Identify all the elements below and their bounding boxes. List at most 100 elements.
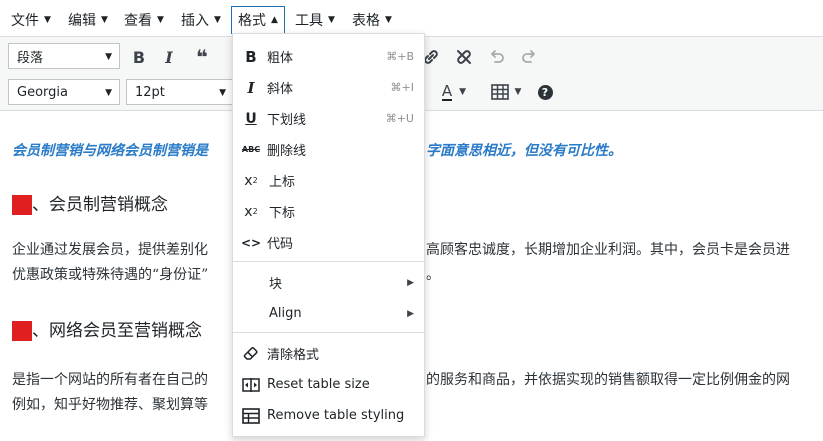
format-menu-align[interactable]: Align ▶	[233, 298, 424, 329]
format-menu-underline-shortcut: ⌘+U	[385, 112, 414, 125]
menu-separator	[233, 332, 424, 333]
undo-button[interactable]	[484, 44, 510, 70]
chevron-down-icon: ▼	[105, 52, 112, 62]
chevron-down-icon: ▼	[219, 88, 226, 98]
format-menu-clear-formatting-label: 清除格式	[267, 348, 320, 363]
paragraph-1-line-2-left: 优惠政策或特殊待遇的“身份证”	[12, 267, 209, 283]
heading-2-text: 、网络会员至营销概念	[32, 321, 202, 341]
paragraph-2-line-2-left: 例如，知乎好物推荐、聚划算等	[12, 397, 208, 413]
chevron-up-icon: ▲	[271, 15, 278, 25]
format-menu-superscript[interactable]: x2 上标	[233, 165, 424, 196]
format-menu-italic[interactable]: I 斜体 ⌘+I	[233, 72, 424, 103]
chevron-down-icon: ▼	[459, 87, 467, 97]
format-menu-underline[interactable]: U 下划线 ⌘+U	[233, 103, 424, 134]
eraser-icon	[242, 345, 260, 363]
menubar: 文件 ▼ 编辑 ▼ 查看 ▼ 插入 ▼ 格式 ▲ 工具 ▼ 表格 ▼	[0, 0, 823, 37]
help-icon: ?	[537, 84, 553, 100]
code-icon: <>	[240, 235, 262, 250]
chevron-down-icon: ▼	[101, 15, 108, 25]
redo-icon	[522, 50, 535, 63]
format-menu-italic-label: 斜体	[267, 82, 294, 97]
menu-view-label: 查看	[124, 13, 152, 29]
paragraph-2-line-1-right: 的服务和商品，并依据实现的销售额取得一定比例佣金的网	[426, 372, 790, 388]
format-menu-blocks-label: 块	[269, 277, 283, 292]
italic-button[interactable]: I	[156, 44, 182, 70]
format-menu-reset-table-size-label: Reset table size	[267, 377, 370, 392]
table-resize-icon	[242, 376, 260, 394]
table-icon	[490, 84, 509, 100]
format-menu-code-label: 代码	[267, 237, 294, 252]
menu-table-label: 表格	[352, 13, 380, 29]
menu-file-label: 文件	[11, 13, 39, 29]
format-menu-code[interactable]: <> 代码	[233, 227, 424, 258]
menu-edit[interactable]: 编辑 ▼	[62, 6, 114, 34]
format-menu-strikethrough[interactable]: ABC 删除线	[233, 134, 424, 165]
menu-insert[interactable]: 插入 ▼	[175, 6, 227, 34]
chevron-down-icon: ▼	[514, 87, 522, 97]
menu-format-label: 格式	[238, 13, 266, 29]
menu-insert-label: 插入	[181, 13, 209, 29]
format-menu-reset-table-size[interactable]: Reset table size	[233, 369, 424, 400]
subscript-icon: x2	[244, 203, 258, 220]
font-family-value: Georgia	[17, 84, 68, 100]
block-format-select[interactable]: 段落 ▼	[8, 43, 120, 69]
paragraph-2-line-1-left: 是指一个网站的所有者在自己的	[12, 372, 208, 388]
menu-table[interactable]: 表格 ▼	[346, 6, 398, 34]
bold-button[interactable]: B	[126, 44, 152, 70]
paragraph-1-line-2-right: 。	[426, 267, 440, 283]
format-menu-underline-label: 下划线	[267, 113, 307, 128]
format-menu-strikethrough-label: 删除线	[267, 144, 307, 159]
blockquote-button[interactable]: ❝	[189, 44, 215, 70]
paragraph-1-line-1-right: 高顾客忠诚度，长期增加企业利润。其中，会员卡是会员进	[426, 242, 790, 258]
menu-tools[interactable]: 工具 ▼	[289, 6, 341, 34]
chevron-right-icon: ▶	[407, 277, 414, 288]
bold-icon: B	[132, 47, 146, 67]
format-menu: B 粗体 ⌘+B I 斜体 ⌘+I U 下划线 ⌘+U ABC 删除线 x2 上…	[232, 33, 425, 437]
format-menu-remove-table-styling-label: Remove table styling	[267, 408, 405, 423]
text-color-icon: A	[441, 82, 453, 101]
font-family-select[interactable]: Georgia ▼	[8, 79, 120, 105]
chevron-down-icon: ▼	[105, 88, 112, 98]
block-format-value: 段落	[17, 50, 44, 66]
intro-text-continued: 字面意思相近，但没有可比性。	[426, 140, 622, 160]
table-icon	[242, 407, 260, 425]
heading-number-highlight	[12, 195, 32, 215]
chevron-down-icon: ▼	[385, 15, 392, 25]
font-size-select[interactable]: 12pt ▼	[126, 79, 234, 105]
table-button[interactable]: ▼	[486, 79, 526, 105]
bold-icon: B	[245, 47, 257, 66]
italic-icon: I	[165, 47, 173, 67]
italic-icon: I	[247, 78, 255, 97]
heading-1: 、会员制营销概念	[12, 190, 168, 215]
menu-view[interactable]: 查看 ▼	[118, 6, 170, 34]
help-button[interactable]: ?	[532, 79, 558, 105]
unlink-icon	[457, 50, 471, 64]
redo-button[interactable]	[516, 44, 542, 70]
format-menu-blocks[interactable]: 块 ▶	[233, 267, 424, 298]
font-size-value: 12pt	[135, 84, 165, 100]
heading-1-text: 、会员制营销概念	[32, 195, 168, 215]
format-menu-subscript-label: 下标	[269, 206, 296, 221]
strikethrough-icon: ABC	[241, 145, 261, 154]
unlink-button[interactable]	[451, 44, 477, 70]
format-menu-subscript[interactable]: x2 下标	[233, 196, 424, 227]
chevron-down-icon: ▼	[214, 15, 221, 25]
format-menu-bold[interactable]: B 粗体 ⌘+B	[233, 41, 424, 72]
menu-format[interactable]: 格式 ▲	[231, 6, 285, 34]
intro-text: 会员制营销与网络会员制营销是	[12, 140, 208, 160]
chevron-right-icon: ▶	[407, 308, 414, 319]
format-menu-superscript-label: 上标	[269, 175, 296, 190]
text-color-button[interactable]: A ▼	[434, 79, 474, 105]
heading-2: 、网络会员至营销概念	[12, 316, 202, 341]
heading-number-highlight	[12, 321, 32, 341]
chevron-down-icon: ▼	[328, 15, 335, 25]
format-menu-remove-table-styling[interactable]: Remove table styling	[233, 400, 424, 431]
superscript-icon: x2	[244, 172, 258, 189]
intro-text-right: 字面意思相近，但没有可比性。	[426, 143, 622, 159]
chevron-down-icon: ▼	[44, 15, 51, 25]
format-menu-bold-label: 粗体	[267, 51, 294, 66]
menu-file[interactable]: 文件 ▼	[5, 6, 57, 34]
paragraph-1-line-1-left: 企业通过发展会员，提供差别化	[12, 242, 208, 258]
menu-tools-label: 工具	[295, 13, 323, 29]
format-menu-clear-formatting[interactable]: 清除格式	[233, 338, 424, 369]
